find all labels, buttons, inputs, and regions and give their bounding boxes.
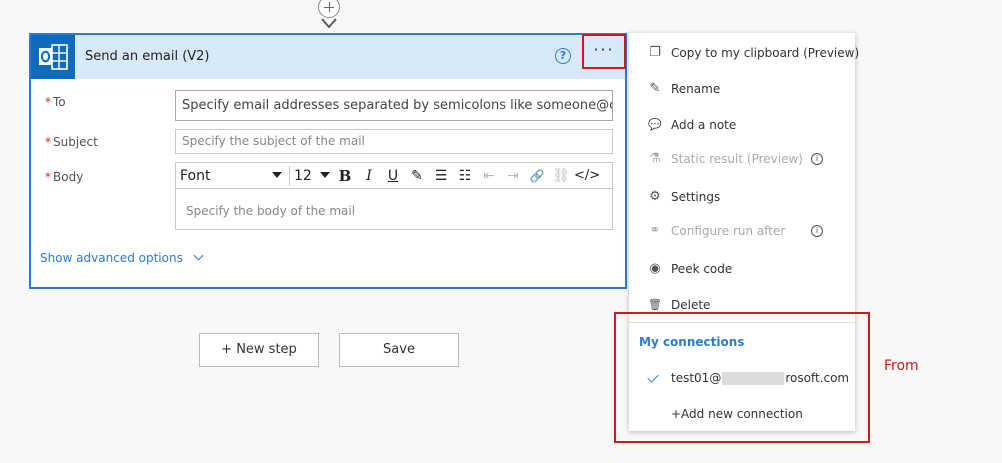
more-options-button[interactable]: ··· [582,34,626,69]
subject-label: * Subject [45,135,98,149]
info-icon[interactable]: i [811,225,823,237]
menu-item-copy[interactable]: ❐ Copy to my clipboard (Preview) [629,40,859,66]
underline-button[interactable]: U [382,166,404,186]
bulleted-list-icon[interactable]: ☰ [430,166,452,186]
menu-item-add-note[interactable]: 💬 Add a note [629,112,855,138]
copy-icon: ❐ [649,45,661,60]
menu-item-static-result: ⚗ Static result (Preview) i [629,146,855,172]
flask-icon: ⚗ [649,151,661,166]
trash-icon: 🗑 [648,298,662,311]
unlink-icon[interactable]: ⛓ [550,166,572,186]
chevron-down-icon [272,172,282,178]
outdent-icon[interactable]: ⇤ [478,166,500,186]
arrow-down-icon [321,18,337,29]
body-editor[interactable]: Font 12 B I U ✎ ☰ ☷ ⇤ ⇥ 🔗 ⛓ </> Specify … [175,162,613,230]
annotation-label: From [884,358,919,374]
pencil-icon: ✎ [649,81,661,96]
gear-icon: ⚙ [649,189,661,204]
chevron-down-icon [193,250,204,261]
indent-icon[interactable]: ⇥ [502,166,524,186]
ellipsis-icon: ··· [593,39,615,59]
to-field[interactable]: Specify email addresses separated by sem… [175,90,613,121]
help-icon[interactable]: ? [555,48,571,64]
body-label: * Body [45,170,84,184]
menu-item-peek-code[interactable]: ◉ Peek code [629,256,855,282]
menu-item-configure-run-after: ⚭ Configure run after i [629,218,855,244]
italic-button[interactable]: I [358,166,380,186]
menu-item-settings[interactable]: ⚙ Settings [629,184,855,210]
annotation-highlight-box [614,312,870,443]
rich-text-toolbar: Font 12 B I U ✎ ☰ ☷ ⇤ ⇥ 🔗 ⛓ </> [176,163,612,189]
comment-icon: 💬 [648,118,662,131]
save-button[interactable]: Save [339,333,459,367]
code-view-icon[interactable]: </> [574,166,600,186]
highlight-icon[interactable]: ✎ [406,166,428,186]
show-advanced-options-link[interactable]: Show advanced options [40,250,204,265]
subject-field[interactable]: Specify the subject of the mail [175,129,613,154]
flow-icon: ⚭ [649,223,661,238]
chevron-down-icon [320,172,330,178]
eye-icon: ◉ [649,261,661,276]
info-icon[interactable]: i [811,153,823,165]
to-label: * To [45,95,66,109]
body-placeholder: Specify the body of the mail [186,204,356,218]
card-header[interactable]: Send an email (V2) ? ··· [31,34,626,79]
send-email-card: Send an email (V2) ? ··· * To Specify ema… [29,33,627,289]
font-size-select[interactable]: 12 [294,168,330,184]
card-title: Send an email (V2) [85,49,210,64]
outlook-icon [31,35,75,79]
bold-button[interactable]: B [334,166,356,186]
menu-item-rename[interactable]: ✎ Rename [629,76,855,102]
link-icon[interactable]: 🔗 [526,166,548,186]
numbered-list-icon[interactable]: ☷ [454,166,476,186]
new-step-button[interactable]: + New step [199,333,319,367]
font-select[interactable]: Font [180,168,284,184]
